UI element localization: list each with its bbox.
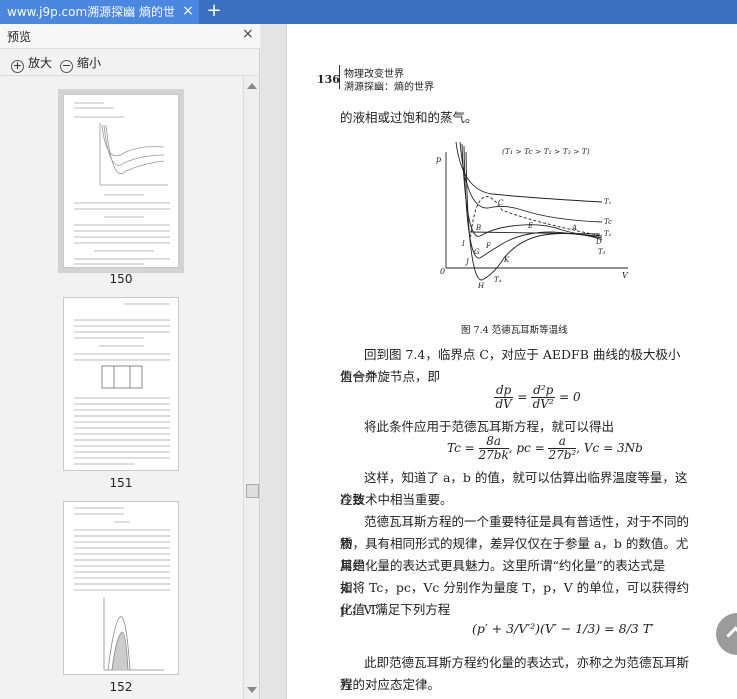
zoom-out-icon: − (60, 59, 73, 73)
thumbnail-content (74, 303, 170, 465)
axis-label-p: p (436, 155, 441, 164)
new-tab-button[interactable]: + (204, 0, 224, 24)
label-t1: T₁ (604, 198, 612, 206)
label-t4: T₄ (494, 276, 502, 284)
page-number: 136 (317, 73, 340, 86)
label-tc: Tc (604, 218, 612, 226)
page-number-152: 152 (109, 680, 133, 694)
preview-sidebar: 预览 × + 放大 − 缩小 150 151 152 (0, 24, 260, 699)
paragraph-5-line-2: 程的对应态定律。 (340, 677, 441, 692)
isotherm-t3 (463, 145, 603, 259)
tab-title: www.j9p.com溯源探幽 熵的世 (7, 5, 176, 19)
point-e: E (527, 222, 533, 230)
thumbnail-list: 150 151 152 (0, 77, 243, 699)
sidebar-title: 预览 (7, 30, 32, 44)
equation-spinodal: dp dV = d²p dV² = 0 (494, 383, 581, 411)
label-t3: T₃ (598, 248, 606, 256)
page-thumbnail-152[interactable] (63, 501, 179, 675)
point-g: G (474, 248, 480, 256)
running-head-title: 溯源探幽：熵的世界 (344, 82, 434, 93)
close-tab-icon[interactable]: × (181, 0, 195, 24)
scrollbar-handle[interactable] (246, 484, 259, 498)
figure-caption: 图 7.4 范德瓦耳斯等温线 (461, 325, 568, 336)
point-j: J (464, 258, 470, 266)
temperature-order: (T₁ > Tc > T₂ > T₃ > T) (502, 147, 590, 156)
origin-label: 0 (440, 267, 445, 276)
axis-label-v: V (622, 271, 629, 280)
point-b: B (475, 224, 481, 232)
point-d: D (595, 238, 602, 246)
paragraph-3-line-2: 冷技术中相当重要。 (340, 492, 453, 507)
point-i: I (461, 240, 465, 248)
isotherm-t4 (465, 151, 603, 281)
thumbnail-content (74, 102, 170, 265)
zoom-in-icon: + (11, 59, 24, 73)
tab-bar: www.j9p.com溯源探幽 熵的世 × + (0, 0, 737, 24)
point-c: C (498, 199, 504, 207)
tie-line (469, 231, 601, 235)
document-view: 136 物理改变世界 溯源探幽：熵的世界 的液相或过饱和的蒸气。 p V 0 (… (261, 24, 737, 699)
equation-reduced: (p′ + 3/V′²)(V′ − 1/3) = 8/3 T′ (472, 621, 654, 636)
close-sidebar-icon[interactable]: × (242, 26, 254, 42)
paragraph-4-line-5: p′，V′满足下列方程 (340, 602, 451, 617)
document-tab[interactable]: www.j9p.com溯源探幽 熵的世 (0, 0, 199, 24)
zoom-in-button[interactable]: + 放大 (11, 54, 53, 73)
point-h: H (477, 282, 485, 290)
thumbnail-content (74, 507, 170, 671)
equation-critical: Tc = 8a 27bk, pc = a 27b², Vc = 3Nb (447, 434, 643, 462)
isotherm-figure: p V 0 (T₁ > Tc > T₂ > T₃ > T) C B E A D … (436, 141, 629, 290)
point-k: K (503, 256, 510, 264)
scroll-down-icon[interactable] (247, 687, 257, 693)
page-number-151: 151 (109, 476, 133, 490)
point-a: A (571, 224, 577, 232)
scroll-up-icon[interactable] (247, 83, 257, 89)
running-head-divider (339, 65, 340, 89)
page-thumbnail-150[interactable] (58, 89, 184, 273)
document-page: 136 物理改变世界 溯源探幽：熵的世界 的液相或过饱和的蒸气。 p V 0 (… (286, 24, 737, 699)
sidebar-header: 预览 × (0, 24, 260, 49)
label-t2: T₂ (604, 230, 612, 238)
zoom-in-label: 放大 (28, 56, 53, 70)
page-number-150: 150 (109, 272, 133, 286)
point-f: F (485, 242, 492, 250)
zoom-out-button[interactable]: − 缩小 (60, 54, 102, 73)
paragraph-top: 的液相或过饱和的蒸气。 (340, 110, 478, 125)
page-thumbnail-151[interactable] (63, 297, 179, 471)
zoom-out-label: 缩小 (77, 56, 102, 70)
sidebar-scrollbar[interactable] (243, 77, 259, 699)
sidebar-toolbar: + 放大 − 缩小 (0, 49, 260, 76)
